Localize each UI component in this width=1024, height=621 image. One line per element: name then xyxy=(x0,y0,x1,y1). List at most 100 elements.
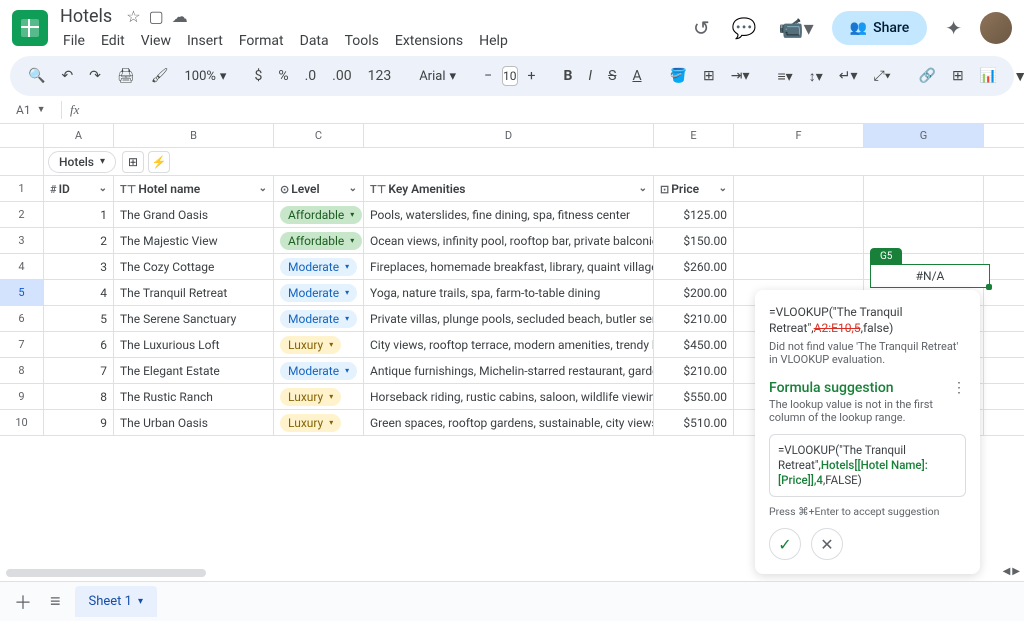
history-icon[interactable]: ↺ xyxy=(689,12,714,44)
cell-price[interactable]: $210.00 xyxy=(654,306,734,331)
share-button[interactable]: 👥 Share xyxy=(832,11,928,45)
percent-icon[interactable]: % xyxy=(272,64,294,88)
search-icon[interactable]: 🔍 xyxy=(22,64,51,88)
cell-level[interactable]: Moderate▾ xyxy=(274,280,364,305)
col-header-b[interactable]: B xyxy=(114,124,274,147)
row-header-2[interactable]: 2 xyxy=(0,202,44,227)
cell-name[interactable]: The Rustic Ranch xyxy=(114,384,274,409)
cell-id[interactable]: 6 xyxy=(44,332,114,357)
cell-id[interactable]: 4 xyxy=(44,280,114,305)
suggestion-menu-icon[interactable]: ⋮ xyxy=(952,380,966,396)
accept-suggestion-button[interactable]: ✓ xyxy=(769,528,801,560)
cell-level[interactable]: Luxury▾ xyxy=(274,410,364,435)
cell-id[interactable]: 3 xyxy=(44,254,114,279)
cell-f[interactable] xyxy=(734,254,864,279)
menu-edit[interactable]: Edit xyxy=(94,29,132,53)
sheets-app-icon[interactable] xyxy=(12,10,48,46)
cell-id[interactable]: 1 xyxy=(44,202,114,227)
borders-icon[interactable]: ⊞ xyxy=(697,64,721,88)
cell-amenities[interactable]: Yoga, nature trails, spa, farm-to-table … xyxy=(364,280,654,305)
table-chip[interactable]: Hotels▾ xyxy=(48,151,116,173)
fill-handle[interactable] xyxy=(986,284,992,290)
move-icon[interactable]: ▢ xyxy=(149,7,164,26)
cell-amenities[interactable]: Green spaces, rooftop gardens, sustainab… xyxy=(364,410,654,435)
cell-id[interactable]: 9 xyxy=(44,410,114,435)
fill-color-icon[interactable]: 🪣 xyxy=(664,64,693,88)
align-icon[interactable]: ≡▾ xyxy=(772,64,799,89)
cell-price[interactable]: $450.00 xyxy=(654,332,734,357)
table-ai-icon[interactable]: ⚡ xyxy=(148,151,170,173)
col-header-d[interactable]: D xyxy=(364,124,654,147)
row-header-4[interactable]: 4 xyxy=(0,254,44,279)
cell-price[interactable]: $210.00 xyxy=(654,358,734,383)
cell-level[interactable]: Affordable▾ xyxy=(274,202,364,227)
cell-amenities[interactable]: Horseback riding, rustic cabins, saloon,… xyxy=(364,384,654,409)
merge-icon[interactable]: ⇥▾ xyxy=(725,64,756,88)
wrap-icon[interactable]: ↵▾ xyxy=(833,64,864,88)
header-level[interactable]: ⊙Level⌄ xyxy=(274,176,364,201)
cell-level[interactable]: Moderate▾ xyxy=(274,358,364,383)
scroll-arrows[interactable]: ◀▶ xyxy=(1003,566,1020,577)
comments-icon[interactable]: 💬 xyxy=(728,12,761,44)
cell-level[interactable]: Luxury▾ xyxy=(274,332,364,357)
menu-view[interactable]: View xyxy=(134,29,178,53)
name-box[interactable]: A1▼ xyxy=(10,101,62,119)
row-header-5[interactable]: 5 xyxy=(0,280,44,305)
cell-price[interactable]: $200.00 xyxy=(654,280,734,305)
gemini-icon[interactable]: ✦ xyxy=(941,12,966,44)
col-header-f[interactable]: F xyxy=(734,124,864,147)
cell-name[interactable]: The Grand Oasis xyxy=(114,202,274,227)
row-header-7[interactable]: 7 xyxy=(0,332,44,357)
cell-f[interactable] xyxy=(734,228,864,253)
cell-amenities[interactable]: Antique furnishings, Michelin-starred re… xyxy=(364,358,654,383)
increase-decimal-icon[interactable]: .00 xyxy=(326,64,357,88)
strike-icon[interactable]: S xyxy=(602,64,622,88)
active-cell[interactable]: #N/A xyxy=(870,264,990,288)
meet-icon[interactable]: 📹▾ xyxy=(775,12,818,44)
menu-insert[interactable]: Insert xyxy=(180,29,230,53)
cell-level[interactable]: Affordable▾ xyxy=(274,228,364,253)
sheet-tab-1[interactable]: Sheet 1▾ xyxy=(75,586,157,617)
all-sheets-button[interactable]: ≡ xyxy=(46,587,65,616)
cell-id[interactable]: 8 xyxy=(44,384,114,409)
add-sheet-button[interactable]: ＋ xyxy=(10,585,36,619)
cell-price[interactable]: $550.00 xyxy=(654,384,734,409)
cell-level[interactable]: Luxury▾ xyxy=(274,384,364,409)
col-header-e[interactable]: E xyxy=(654,124,734,147)
cell-price[interactable]: $125.00 xyxy=(654,202,734,227)
cell-id[interactable]: 5 xyxy=(44,306,114,331)
menu-extensions[interactable]: Extensions xyxy=(388,29,470,53)
cell-id[interactable]: 2 xyxy=(44,228,114,253)
more-formats-icon[interactable]: 123 xyxy=(362,64,398,88)
cell-f[interactable] xyxy=(734,202,864,227)
cell-name[interactable]: The Cozy Cottage xyxy=(114,254,274,279)
row-header-3[interactable]: 3 xyxy=(0,228,44,253)
col-header-a[interactable]: A xyxy=(44,124,114,147)
currency-icon[interactable]: $ xyxy=(248,64,268,88)
reject-suggestion-button[interactable]: ✕ xyxy=(811,528,843,560)
paint-format-icon[interactable]: 🖌 xyxy=(145,64,175,88)
account-avatar[interactable] xyxy=(980,12,1012,44)
text-color-icon[interactable]: A xyxy=(626,64,647,88)
decrease-font-icon[interactable]: − xyxy=(478,64,498,88)
italic-icon[interactable]: I xyxy=(582,64,598,88)
table-view-icon[interactable]: ⊞ xyxy=(122,151,144,173)
row-header-8[interactable]: 8 xyxy=(0,358,44,383)
cell-level[interactable]: Moderate▾ xyxy=(274,306,364,331)
header-name[interactable]: T⊤Hotel name⌄ xyxy=(114,176,274,201)
decrease-decimal-icon[interactable]: .0 xyxy=(299,64,323,88)
menu-tools[interactable]: Tools xyxy=(338,29,386,53)
link-icon[interactable]: 🔗 xyxy=(913,64,942,88)
star-icon[interactable]: ☆ xyxy=(126,7,140,26)
horizontal-scrollbar[interactable] xyxy=(6,569,1004,579)
filter-icon[interactable]: ▼ xyxy=(1007,64,1024,89)
menu-format[interactable]: Format xyxy=(232,29,291,53)
cell-level[interactable]: Moderate▾ xyxy=(274,254,364,279)
row-header-9[interactable]: 9 xyxy=(0,384,44,409)
col-header-c[interactable]: C xyxy=(274,124,364,147)
chart-icon[interactable]: 📊 xyxy=(974,64,1003,88)
row-header-10[interactable]: 10 xyxy=(0,410,44,435)
cell-f1[interactable] xyxy=(734,176,864,201)
font-dropdown[interactable]: Arial ▾ xyxy=(413,65,462,88)
select-all-corner[interactable] xyxy=(0,124,44,147)
